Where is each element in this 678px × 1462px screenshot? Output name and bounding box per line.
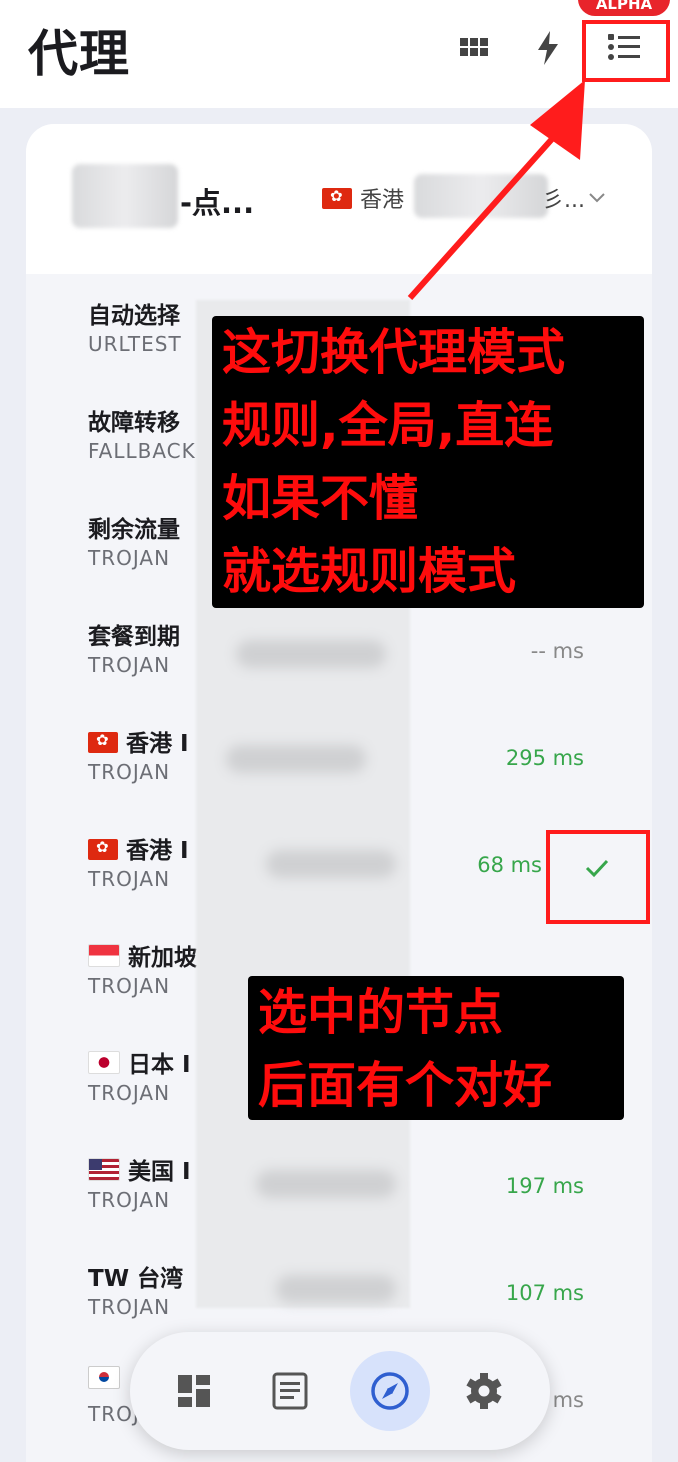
selected-annotation: 选中的节点 后面有个对好 [248, 976, 624, 1120]
group-name: -点... [180, 186, 255, 220]
proxy-name-text: 日本 I [128, 1052, 191, 1078]
mode-annotation: 这切换代理模式 规则,全局,直连 如果不懂 就选规则模式 [212, 316, 644, 608]
proxy-name-text: 剩余流量 [88, 517, 180, 543]
kr-flag-icon [88, 1366, 120, 1389]
proxy-name: TW 台湾 [88, 1259, 183, 1293]
hk-flag-icon [322, 187, 352, 209]
proxy-type: URLTEST [88, 332, 182, 356]
jp-flag-icon [88, 1051, 120, 1074]
proxy-type: TROJAN [88, 974, 171, 998]
proxy-name: 日本 I [88, 1045, 191, 1079]
hk-flag-icon [88, 731, 118, 753]
proxy-type: TROJAN [88, 1081, 171, 1105]
proxy-latency[interactable]: ms [553, 1388, 584, 1412]
proxy-name-text: 美国 I [128, 1159, 191, 1185]
proxy-latency[interactable]: -- ms [531, 639, 584, 663]
highlight-mode-button [582, 20, 670, 82]
proxy-latency[interactable]: 197 ms [506, 1174, 584, 1198]
page-title: 代理 [28, 25, 130, 83]
proxy-name: 香港 I [88, 724, 189, 758]
proxies-compass-icon[interactable] [362, 1363, 418, 1419]
proxy-latency[interactable]: 295 ms [506, 746, 584, 770]
lightning-icon[interactable] [528, 28, 568, 68]
hk-flag-icon [88, 838, 118, 860]
us-flag-icon [88, 1158, 120, 1181]
proxy-type: TROJAN [88, 1295, 171, 1319]
proxy-name-text: 香港 I [126, 838, 189, 864]
proxy-name: 剩余流量 [88, 510, 180, 544]
proxy-type: TROJAN [88, 546, 171, 570]
proxy-name-text: 故障转移 [88, 410, 180, 436]
proxy-type: TROJAN [88, 1188, 171, 1212]
proxy-name: 自动选择 [88, 296, 180, 330]
proxy-name: 美国 I [88, 1152, 191, 1186]
proxy-name-text: 套餐到期 [88, 624, 180, 650]
proxy-type: TROJAN [88, 867, 171, 891]
proxy-name-text: 自动选择 [88, 303, 180, 329]
proxy-latency[interactable]: 107 ms [506, 1281, 584, 1305]
proxy-type: TROJAN [88, 653, 171, 677]
proxy-name-text: 新加坡 [128, 945, 197, 971]
alpha-badge: ALPHA [578, 0, 670, 16]
dashboard-icon[interactable] [166, 1363, 222, 1419]
proxy-name-text: TW 台湾 [88, 1266, 184, 1292]
proxy-name: 香港 I [88, 831, 189, 865]
sg-flag-icon [88, 944, 120, 967]
grid-view-icon[interactable] [454, 28, 494, 68]
proxy-latency[interactable]: 68 ms [477, 853, 542, 877]
proxy-name: 故障转移 [88, 403, 180, 437]
settings-gear-icon[interactable] [456, 1363, 512, 1419]
proxy-name-text: 香港 I [126, 731, 189, 757]
highlight-check [546, 830, 650, 924]
proxy-name [88, 1366, 128, 1393]
bottom-nav [130, 1332, 550, 1450]
proxy-name: 新加坡 [88, 938, 197, 972]
proxy-name: 套餐到期 [88, 617, 180, 651]
proxy-type: TROJAN [88, 760, 171, 784]
annotation-arrow [407, 80, 585, 300]
logs-icon[interactable] [262, 1363, 318, 1419]
redacted-group-name [72, 164, 178, 228]
proxy-type: FALLBACK [88, 439, 196, 463]
